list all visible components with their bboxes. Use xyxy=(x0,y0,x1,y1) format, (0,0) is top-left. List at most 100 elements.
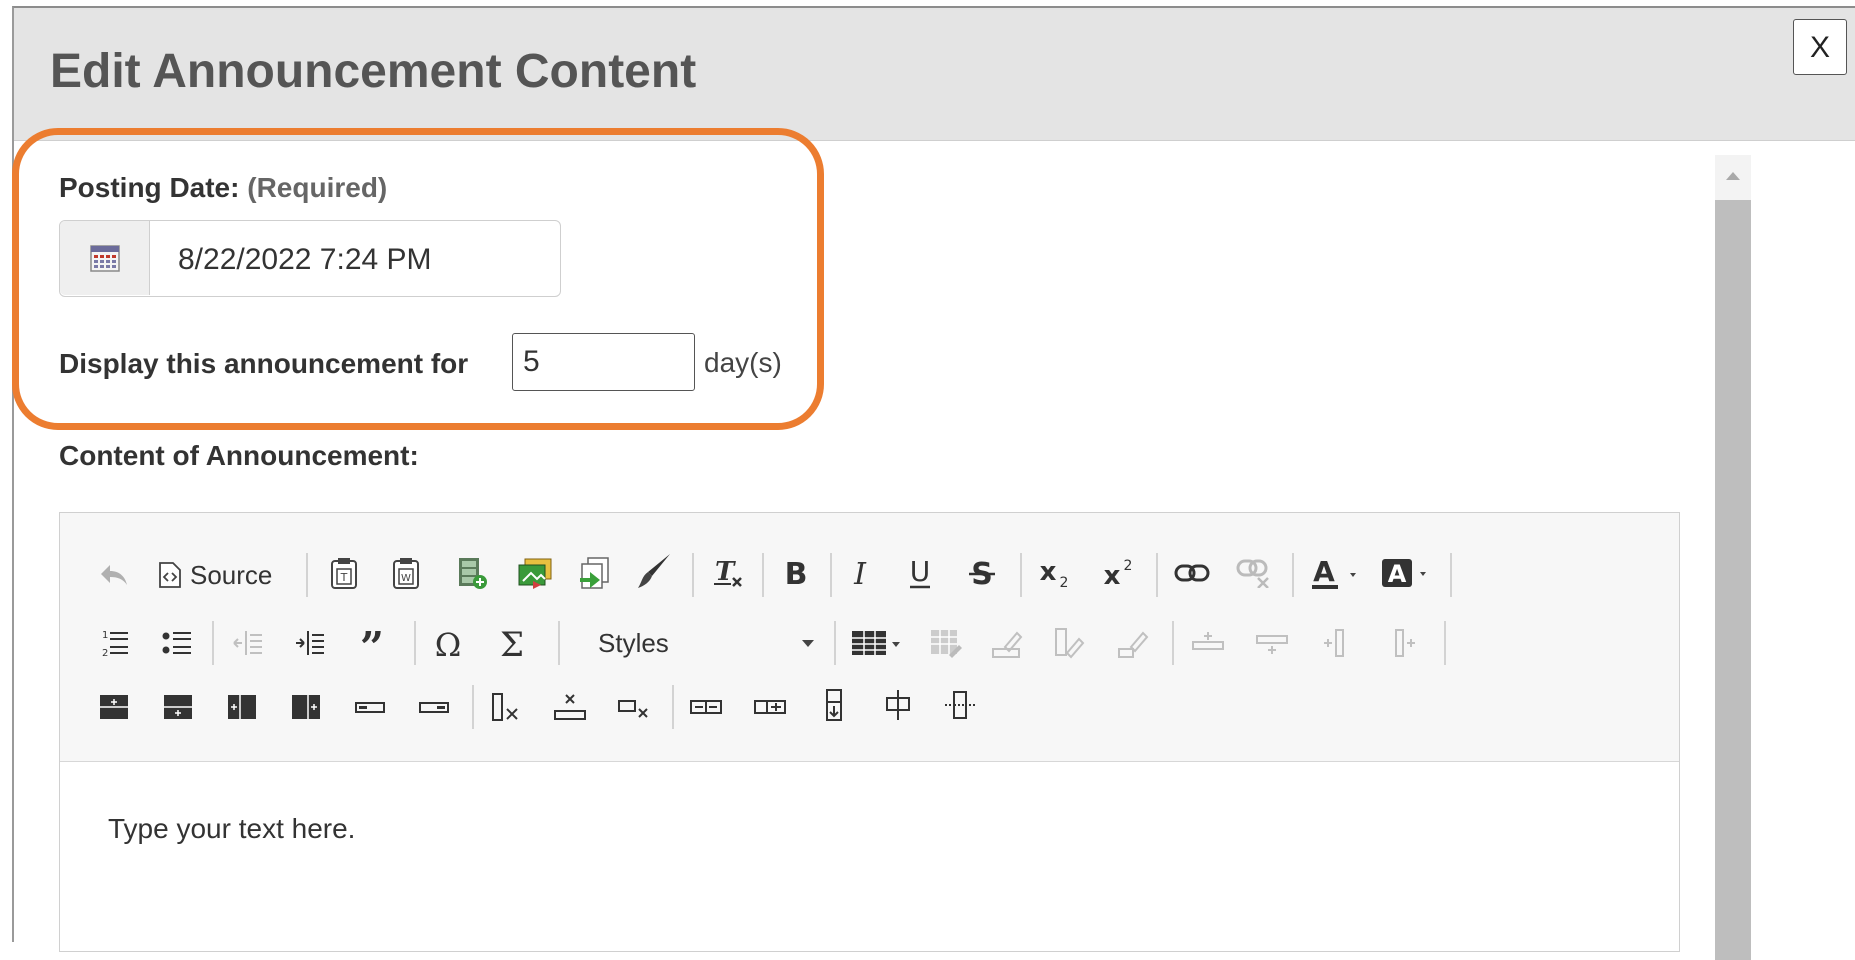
svg-text:T: T xyxy=(715,557,736,587)
toolbar-separator xyxy=(834,621,836,665)
svg-text:2: 2 xyxy=(1060,575,1069,590)
column-insert-before-icon[interactable] xyxy=(1314,623,1354,663)
toolbar-separator xyxy=(414,621,416,665)
unlink-icon[interactable] xyxy=(1232,553,1276,593)
column-after-icon[interactable] xyxy=(286,687,326,727)
paste-text-icon[interactable]: T xyxy=(324,553,364,593)
cell-split-icon[interactable] xyxy=(1114,623,1154,663)
source-button[interactable]: Source xyxy=(158,555,288,595)
column-before-icon[interactable] xyxy=(222,687,262,727)
text-color-icon[interactable]: A xyxy=(1308,553,1364,593)
increase-indent-icon[interactable] xyxy=(290,623,330,663)
toolbar-separator xyxy=(830,553,832,597)
close-button[interactable]: X xyxy=(1793,19,1847,75)
posting-date-value[interactable]: 8/22/2022 7:24 PM xyxy=(178,243,432,277)
required-indicator: (Required) xyxy=(247,172,388,203)
dialog-titlebar: Edit Announcement Content xyxy=(14,8,1855,141)
toolbar-separator xyxy=(472,685,474,729)
italic-icon[interactable]: I xyxy=(840,553,880,593)
svg-text:x: x xyxy=(1104,561,1121,590)
merge-down-icon[interactable] xyxy=(814,685,854,725)
scrollbar-thumb[interactable] xyxy=(1715,200,1751,960)
posting-date-field[interactable]: 8/22/2022 7:24 PM xyxy=(59,220,561,297)
decrease-indent-icon[interactable] xyxy=(228,623,268,663)
delete-cell-icon[interactable] xyxy=(614,687,654,727)
svg-text:2: 2 xyxy=(102,648,108,659)
split-horizontal-icon[interactable] xyxy=(878,685,918,725)
toolbar-separator xyxy=(1020,553,1022,597)
toolbar-separator xyxy=(1292,553,1294,597)
toolbar-separator xyxy=(762,553,764,597)
row-before-icon[interactable] xyxy=(94,687,134,727)
posting-date-label-text: Posting Date: xyxy=(59,172,240,203)
display-duration-label: Display this announcement for xyxy=(59,348,469,379)
posting-date-label: Posting Date: (Required) xyxy=(59,172,387,204)
subscript-icon[interactable]: x2 xyxy=(1032,553,1076,593)
undo-icon[interactable] xyxy=(94,555,134,595)
display-days-input[interactable] xyxy=(512,333,695,391)
bulleted-list-icon[interactable] xyxy=(156,623,196,663)
svg-text:B: B xyxy=(785,557,808,590)
toolbar-separator xyxy=(692,553,694,597)
background-color-icon[interactable]: A xyxy=(1378,553,1436,593)
strikethrough-icon[interactable]: S xyxy=(962,553,1002,593)
toolbar-separator xyxy=(1156,553,1158,597)
date-picker-button[interactable] xyxy=(60,221,150,295)
toolbar-separator xyxy=(1444,621,1446,665)
numbered-list-icon[interactable]: 12 xyxy=(94,623,134,663)
svg-text:”: ” xyxy=(360,628,384,658)
remove-format-icon[interactable]: T xyxy=(708,553,748,593)
merge-right-icon[interactable] xyxy=(750,687,790,727)
dialog-title: Edit Announcement Content xyxy=(50,45,697,98)
special-char-icon[interactable]: Ω xyxy=(426,623,470,663)
split-vertical-icon[interactable] xyxy=(940,685,980,725)
scroll-up-arrow-icon[interactable] xyxy=(1715,155,1751,199)
merge-cells-icon[interactable] xyxy=(686,687,726,727)
svg-text:Ω: Ω xyxy=(435,626,462,660)
svg-text:2: 2 xyxy=(1124,558,1133,574)
svg-text:A: A xyxy=(1313,555,1335,588)
row-insert-before-icon[interactable] xyxy=(1186,623,1230,663)
svg-text:x: x xyxy=(1040,557,1057,587)
column-insert-after-icon[interactable] xyxy=(1386,623,1426,663)
row-insert-after-icon[interactable] xyxy=(1250,623,1294,663)
templates-icon[interactable] xyxy=(572,553,616,593)
svg-text:1: 1 xyxy=(102,630,108,641)
styles-dropdown[interactable]: Styles xyxy=(580,621,826,665)
delete-row-icon[interactable] xyxy=(550,687,590,727)
flash-icon[interactable] xyxy=(512,553,556,593)
image-icon[interactable] xyxy=(452,553,492,593)
rich-text-editor[interactable]: Source T W T B I U S x 2 x 2 A A 1 2 ” Ω… xyxy=(59,512,1680,952)
blockquote-icon[interactable]: ” xyxy=(350,623,394,663)
paste-word-icon[interactable]: W xyxy=(386,553,426,593)
link-icon[interactable] xyxy=(1170,553,1214,593)
cell-before-icon[interactable] xyxy=(350,687,390,727)
source-icon xyxy=(159,562,181,588)
delete-column-icon[interactable] xyxy=(486,687,526,727)
svg-text:T: T xyxy=(340,571,348,584)
display-days-unit: day(s) xyxy=(704,347,782,378)
toolbar-separator xyxy=(672,685,674,729)
svg-text:U: U xyxy=(910,555,931,588)
vertical-scrollbar[interactable] xyxy=(1715,155,1751,960)
cell-after-icon[interactable] xyxy=(414,687,454,727)
cell-merge-icon[interactable] xyxy=(1050,623,1090,663)
format-brush-icon[interactable] xyxy=(632,551,676,591)
superscript-icon[interactable]: x2 xyxy=(1096,553,1140,593)
editor-content-area[interactable]: Type your text here. xyxy=(108,813,355,845)
table-properties-icon[interactable] xyxy=(926,623,966,663)
toolbar-separator xyxy=(558,621,560,665)
svg-text:I: I xyxy=(853,557,867,590)
cell-properties-icon[interactable] xyxy=(988,623,1028,663)
svg-text:Σ: Σ xyxy=(500,626,524,660)
underline-icon[interactable]: U xyxy=(900,553,940,593)
calendar-icon xyxy=(90,245,120,272)
source-label: Source xyxy=(190,559,273,590)
toolbar-separator xyxy=(1450,553,1452,597)
row-after-icon[interactable] xyxy=(158,687,198,727)
toolbar-separator xyxy=(1172,621,1174,665)
bold-icon[interactable]: B xyxy=(776,553,816,593)
formula-icon[interactable]: Σ xyxy=(490,623,534,663)
toolbar-separator xyxy=(306,553,308,597)
table-icon[interactable] xyxy=(848,623,908,663)
